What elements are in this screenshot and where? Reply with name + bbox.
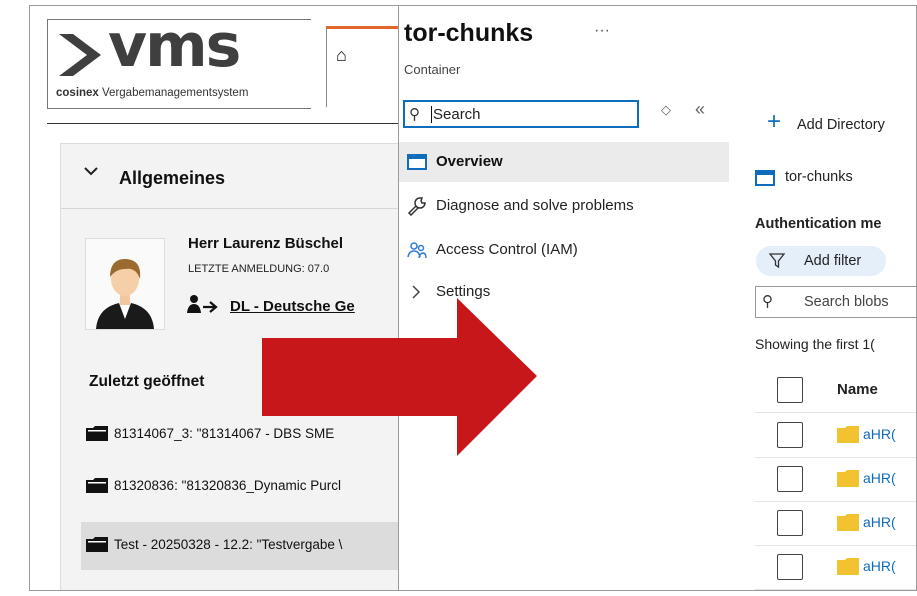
container-icon xyxy=(755,170,775,186)
nav-item-diagnose[interactable]: Diagnose and solve problems xyxy=(399,186,729,226)
logo-chevron-icon xyxy=(59,34,101,76)
table-row[interactable]: aHR( xyxy=(755,545,916,590)
home-tab[interactable]: ⌂ xyxy=(326,26,400,107)
recent-item-label: Test - 20250328 - 12.2: "Testvergabe \ xyxy=(114,537,343,552)
nav-item-label: Diagnose and solve problems xyxy=(436,197,634,214)
folder-icon xyxy=(837,514,859,531)
recent-item[interactable]: Test - 20250328 - 12.2: "Testvergabe \ xyxy=(81,522,400,570)
nav-item-iam[interactable]: Access Control (IAM) xyxy=(399,230,729,270)
table-row[interactable]: aHR( xyxy=(755,413,916,458)
blob-search-placeholder: Search blobs xyxy=(804,294,889,310)
folder-icon xyxy=(86,537,108,552)
select-all-checkbox[interactable] xyxy=(777,377,803,403)
collapse-icon[interactable]: « xyxy=(695,99,705,120)
blob-name-link[interactable]: aHR( xyxy=(863,558,896,574)
sort-icon[interactable]: ◇ xyxy=(661,102,671,118)
blob-search-input[interactable]: ⚲ Search blobs xyxy=(755,286,916,318)
authentication-label: Authentication me xyxy=(755,216,882,232)
folder-icon xyxy=(837,426,859,443)
blob-name-link[interactable]: aHR( xyxy=(863,514,896,530)
search-input[interactable] xyxy=(433,104,633,125)
add-directory-label: Add Directory xyxy=(797,117,885,133)
overview-icon xyxy=(407,154,427,170)
page-title: tor-chunks xyxy=(404,19,534,47)
header-divider xyxy=(47,123,400,124)
logo-subtitle: cosinex Vergabemanagementsystem xyxy=(56,87,249,99)
page-subtitle: Container xyxy=(404,62,461,77)
right-arrow-icon xyxy=(262,298,537,456)
table-row[interactable]: aHR( xyxy=(755,457,916,502)
folder-icon xyxy=(86,478,108,493)
text-cursor xyxy=(431,106,432,123)
recent-title: Zuletzt geöffnet xyxy=(89,373,205,390)
home-icon: ⌂ xyxy=(336,45,347,65)
avatar xyxy=(85,238,165,330)
row-checkbox[interactable] xyxy=(777,554,803,580)
row-checkbox[interactable] xyxy=(777,510,803,536)
search-icon: ⚲ xyxy=(409,106,420,123)
add-filter-label: Add filter xyxy=(804,253,862,269)
table-header: Name xyxy=(755,368,916,413)
showing-count: Showing the first 1( xyxy=(755,336,875,352)
nav-item-label: Overview xyxy=(436,153,503,170)
logo-text: vms xyxy=(108,11,241,81)
people-icon xyxy=(407,242,427,259)
row-checkbox[interactable] xyxy=(777,422,803,448)
nav-item-overview[interactable]: Overview xyxy=(399,142,729,182)
nav-search-box[interactable]: ⚲ xyxy=(403,100,639,128)
section-header[interactable]: Allgemeines xyxy=(61,144,400,209)
user-name: Herr Laurenz Büschel xyxy=(188,235,344,252)
breadcrumb[interactable]: tor-chunks xyxy=(785,169,853,185)
vms-logo[interactable]: vms cosinex Vergabemanagementsystem xyxy=(47,11,311,109)
filter-icon xyxy=(768,253,786,269)
search-icon: ⚲ xyxy=(762,293,773,310)
row-checkbox[interactable] xyxy=(777,466,803,492)
recent-item[interactable]: 81320836: "81320836_Dynamic Purcl xyxy=(81,465,400,509)
nav-item-label: Access Control (IAM) xyxy=(436,241,578,258)
column-header-name[interactable]: Name xyxy=(837,381,878,398)
blob-name-link[interactable]: aHR( xyxy=(863,426,896,442)
add-filter-button[interactable]: Add filter xyxy=(756,246,886,276)
wrench-icon xyxy=(407,197,426,216)
recent-item-label: 81320836: "81320836_Dynamic Purcl xyxy=(114,478,341,493)
user-switch-icon xyxy=(187,295,218,313)
user-avatar-icon xyxy=(86,239,164,329)
blob-name-link[interactable]: aHR( xyxy=(863,470,896,486)
folder-icon xyxy=(86,426,108,441)
chevron-down-icon xyxy=(84,167,98,176)
folder-icon xyxy=(837,558,859,575)
table-row[interactable]: aHR( xyxy=(755,501,916,546)
more-options-button[interactable]: ··· xyxy=(594,22,610,40)
section-title: Allgemeines xyxy=(119,168,226,188)
plus-icon: + xyxy=(767,108,782,135)
folder-icon xyxy=(837,470,859,487)
last-login: LETZTE ANMELDUNG: 07.0 xyxy=(188,263,330,275)
